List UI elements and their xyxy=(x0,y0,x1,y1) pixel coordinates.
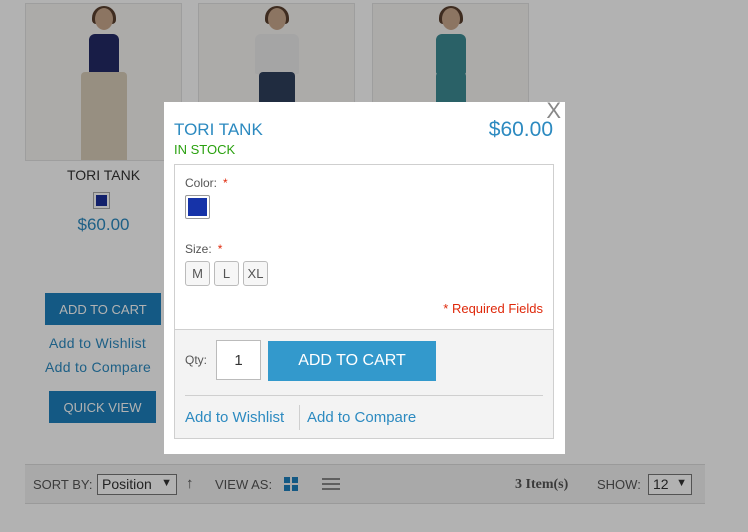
size-options: M L XL xyxy=(185,261,268,286)
add-to-wishlist-link[interactable]: Add to Wishlist xyxy=(185,409,284,426)
size-option-xl[interactable]: XL xyxy=(243,261,268,286)
color-swatch-selected[interactable] xyxy=(185,195,210,219)
add-to-cart-button[interactable]: ADD TO CART xyxy=(268,341,436,381)
add-to-cart-box: Qty: ADD TO CART Add to Wishlist Add to … xyxy=(174,329,554,439)
modal-product-title: TORI TANK xyxy=(174,120,263,139)
color-option-label: Color: * xyxy=(185,176,228,190)
qty-input[interactable] xyxy=(216,340,261,380)
add-to-compare-link[interactable]: Add to Compare xyxy=(307,409,416,426)
stock-status: IN STOCK xyxy=(174,142,236,157)
size-option-l[interactable]: L xyxy=(214,261,239,286)
modal-product-price: $60.00 xyxy=(488,118,553,141)
quick-view-modal: X TORI TANK IN STOCK $60.00 Color: * Size… xyxy=(164,100,565,454)
size-option-label: Size: * xyxy=(185,242,223,256)
divider xyxy=(185,395,543,396)
link-divider xyxy=(299,405,300,430)
product-options: Color: * Size: * M L XL * Required Fields xyxy=(174,164,554,329)
required-fields-note: * Required Fields xyxy=(443,301,543,316)
qty-label: Qty: xyxy=(185,353,208,367)
size-option-m[interactable]: M xyxy=(185,261,210,286)
